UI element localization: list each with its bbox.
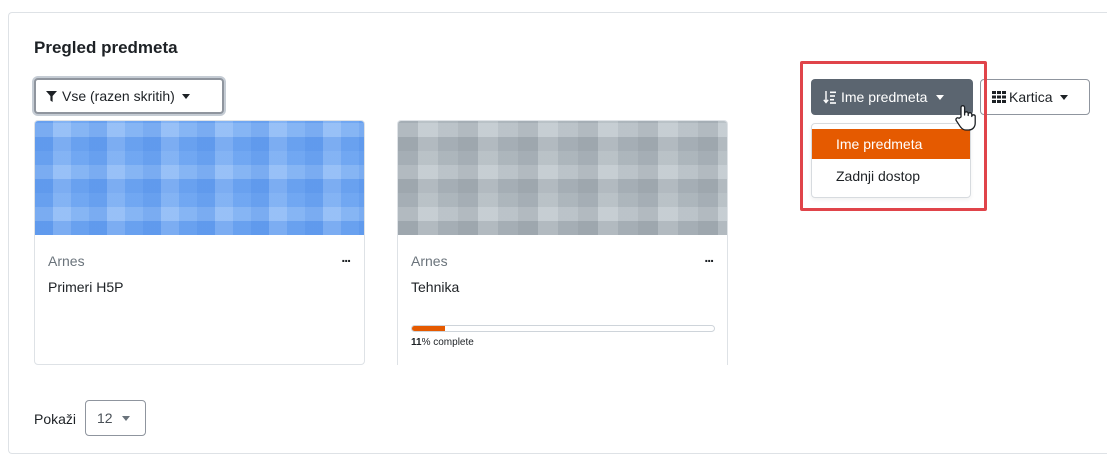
block-title: Pregled predmeta (34, 38, 178, 57)
per-page-select[interactable]: 12 (85, 400, 146, 436)
progress-suffix: % complete (421, 337, 474, 348)
course-actions-menu-icon[interactable]: ... (704, 249, 714, 265)
course-name-link[interactable]: Primeri H5P (48, 279, 123, 295)
course-category: Arnes (411, 253, 448, 269)
sort-alpha-icon (823, 90, 837, 104)
sort-option-course-name[interactable]: Ime predmeta (812, 129, 970, 159)
course-name-link[interactable]: Tehnika (411, 279, 459, 295)
per-page-value: 12 (97, 410, 113, 426)
course-image[interactable] (398, 121, 727, 235)
progress-bar (411, 325, 715, 332)
sort-option-last-access[interactable]: Zadnji dostop (812, 161, 970, 191)
filter-dropdown-button[interactable]: Vse (razen skritih) (34, 78, 224, 114)
view-dropdown-button[interactable]: Kartica (980, 79, 1090, 115)
course-category: Arnes (48, 253, 85, 269)
progress-text: 11% complete (411, 337, 474, 348)
course-image[interactable] (35, 121, 364, 235)
chevron-down-icon (936, 94, 945, 100)
chevron-down-icon (121, 415, 130, 421)
show-per-page-label: Pokaži (34, 411, 77, 427)
sort-label: Ime predmeta (841, 89, 928, 105)
hand-pointer-icon (954, 104, 978, 137)
grid-icon (992, 91, 1006, 103)
chevron-down-icon (181, 93, 190, 99)
sort-dropdown-menu: Ime predmeta Zadnji dostop (811, 123, 971, 198)
filter-icon (46, 90, 57, 102)
sort-dropdown-button[interactable]: Ime predmeta (811, 79, 973, 115)
course-card[interactable]: Arnes Primeri H5P ... (34, 120, 365, 365)
progress-percent: 11 (411, 337, 422, 348)
chevron-down-icon (1059, 94, 1068, 100)
filter-label: Vse (razen skritih) (62, 88, 175, 104)
course-card[interactable]: Arnes Tehnika ... 11% complete (397, 120, 728, 365)
progress-bar-fill (412, 326, 446, 331)
view-label: Kartica (1009, 89, 1053, 105)
course-actions-menu-icon[interactable]: ... (341, 249, 351, 265)
